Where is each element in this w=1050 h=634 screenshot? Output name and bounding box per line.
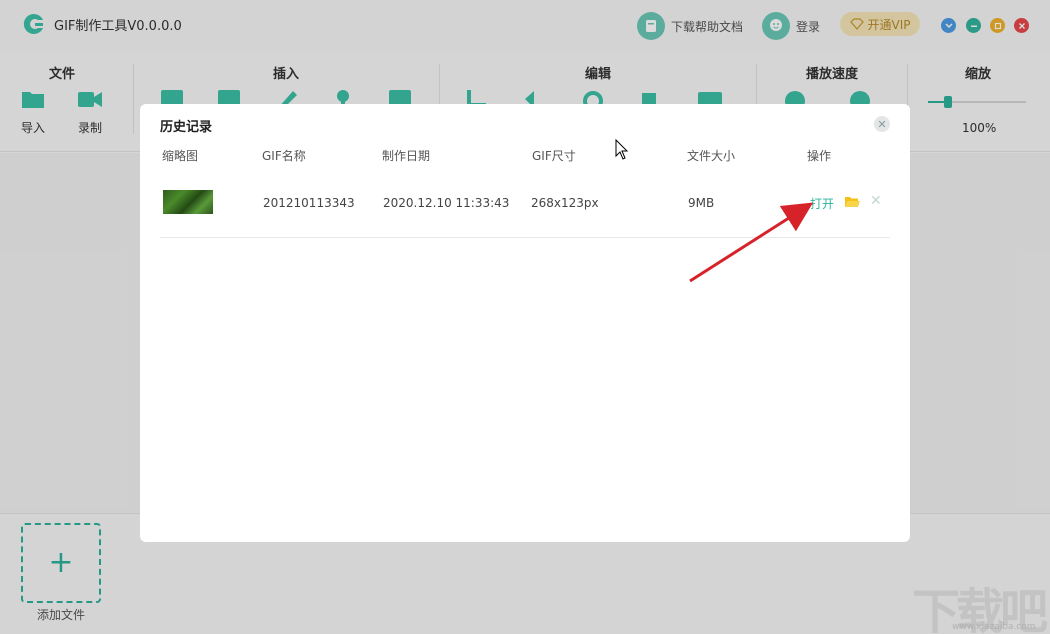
row-divider (160, 237, 890, 238)
close-icon: ✕ (877, 117, 887, 131)
column-header-name: GIF名称 (262, 149, 306, 163)
dialog-title: 历史记录 (160, 120, 213, 135)
column-header-date: 制作日期 (382, 149, 431, 163)
column-header-thumbnail: 缩略图 (162, 149, 199, 163)
watermark-url: www.xiazaiba.com (952, 622, 1036, 632)
column-header-actions: 操作 (807, 149, 832, 163)
history-dialog: 历史记录 ✕ 缩略图 GIF名称 制作日期 GIF尺寸 文件大小 操作 2012… (140, 104, 910, 542)
gif-date: 2020.12.10 11:33:43 (383, 196, 510, 210)
dialog-close-button[interactable]: ✕ (874, 116, 890, 132)
open-folder-icon[interactable] (844, 195, 860, 209)
gif-dimensions: 268x123px (531, 196, 599, 210)
column-header-filesize: 文件大小 (687, 149, 736, 163)
open-link[interactable]: 打开 (810, 195, 834, 212)
gif-name: 201210113343 (263, 196, 355, 210)
column-header-dimensions: GIF尺寸 (532, 149, 576, 163)
gif-thumbnail (163, 190, 213, 214)
mouse-cursor-icon (615, 139, 629, 160)
delete-icon[interactable]: ✕ (870, 193, 882, 209)
gif-filesize: 9MB (688, 196, 715, 210)
